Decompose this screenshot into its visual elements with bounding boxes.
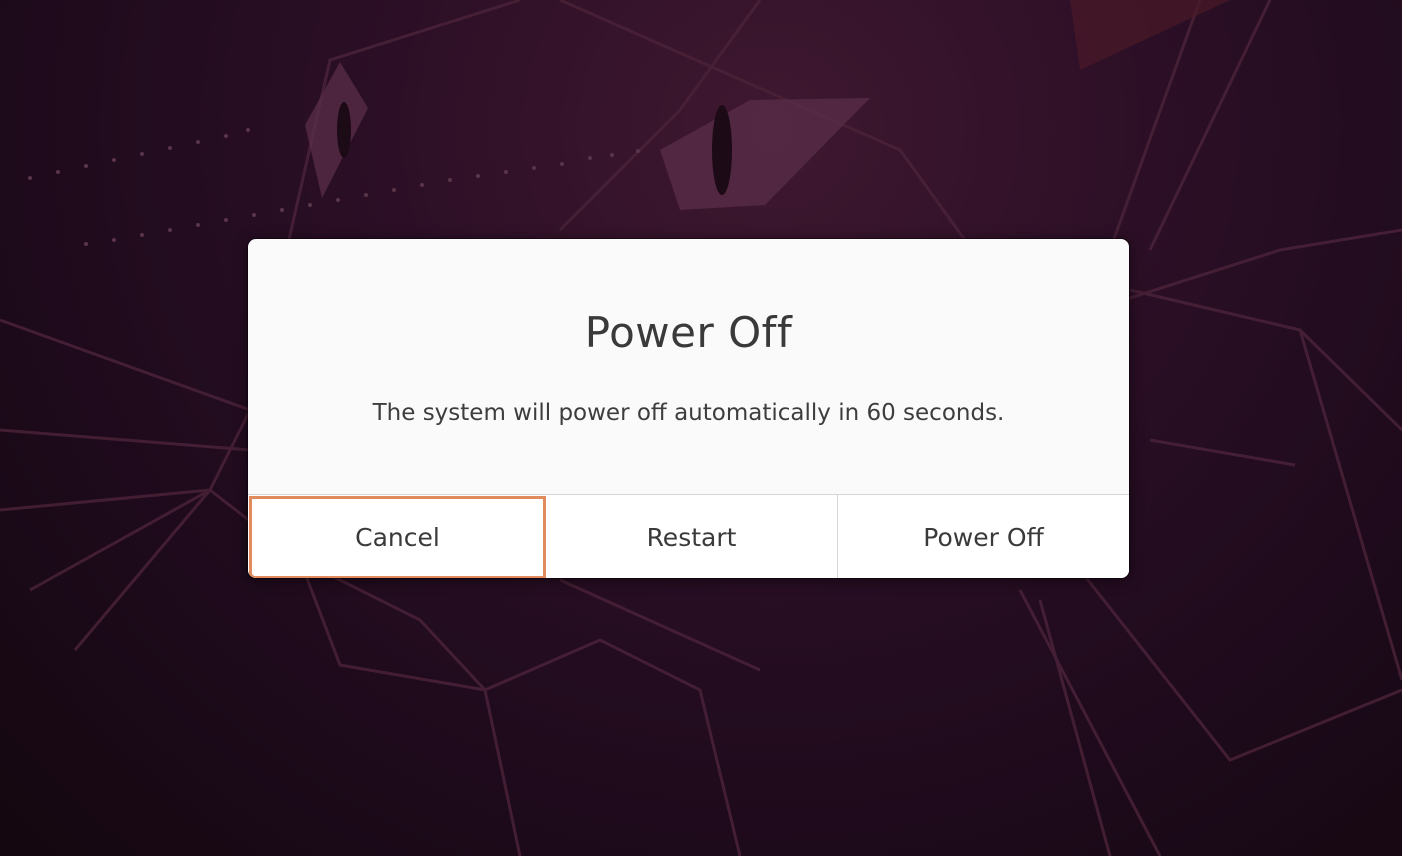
dialog-title: Power Off: [584, 308, 793, 357]
dialog-message: The system will power off automatically …: [372, 400, 1005, 426]
power-off-dialog: Power Off The system will power off auto…: [248, 239, 1129, 578]
restart-button[interactable]: Restart: [546, 495, 838, 578]
power-off-button[interactable]: Power Off: [838, 495, 1129, 578]
cancel-button[interactable]: Cancel: [249, 496, 546, 578]
dialog-button-row: Cancel Restart Power Off: [248, 494, 1129, 578]
